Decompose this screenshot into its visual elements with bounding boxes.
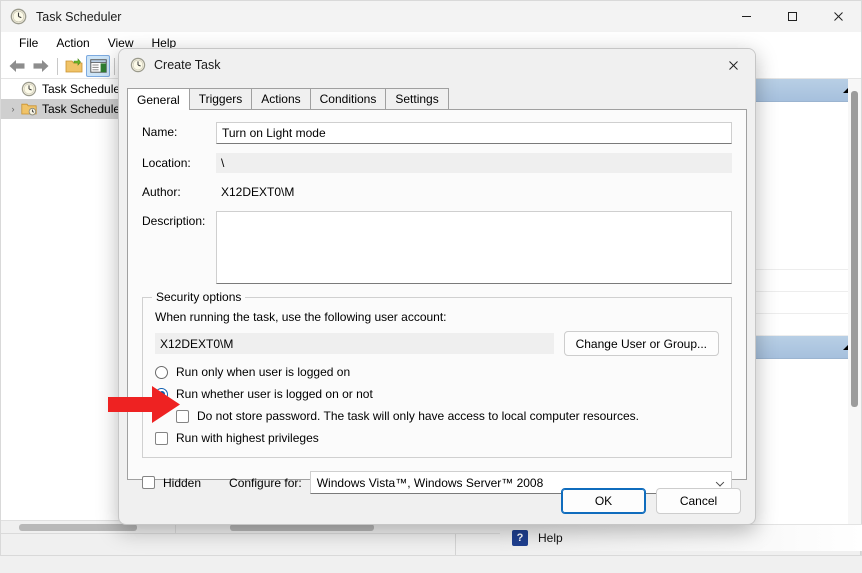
window-controls bbox=[723, 1, 861, 32]
dialog-footer: OK Cancel bbox=[561, 488, 741, 514]
location-label: Location: bbox=[142, 156, 191, 170]
help-label: Help bbox=[538, 531, 563, 545]
list-scroll-thumb[interactable] bbox=[230, 524, 374, 531]
author-value: X12DEXT0\M bbox=[221, 185, 295, 199]
hidden-label: Hidden bbox=[163, 475, 202, 490]
tree-scroll-thumb[interactable] bbox=[19, 524, 137, 531]
menu-action[interactable]: Action bbox=[47, 34, 98, 52]
run-with-highest-privileges-checkbox[interactable]: Run with highest privileges bbox=[155, 431, 719, 445]
help-question-icon: ? bbox=[512, 530, 528, 546]
action-item[interactable] bbox=[750, 248, 861, 270]
tab-general-label: General bbox=[137, 92, 180, 107]
actions-header-top[interactable] bbox=[750, 79, 861, 102]
tab-conditions-label: Conditions bbox=[319, 92, 377, 106]
change-user-or-group-button[interactable]: Change User or Group... bbox=[563, 331, 719, 356]
checkbox-icon[interactable] bbox=[155, 431, 168, 445]
tab-actions[interactable]: Actions bbox=[251, 88, 311, 109]
clock-icon bbox=[10, 8, 27, 25]
description-row: Description: bbox=[142, 211, 732, 284]
radio-run-whether-logged-on-or-not[interactable]: Run whether user is logged on or not bbox=[155, 387, 719, 401]
hidden-checkbox[interactable] bbox=[142, 476, 155, 489]
do-not-store-password-checkbox[interactable]: Do not store password. The task will onl… bbox=[176, 409, 719, 423]
account-prompt: When running the task, use the following… bbox=[155, 310, 447, 324]
do-not-store-password-label: Do not store password. The task will onl… bbox=[197, 409, 639, 423]
actions-pane bbox=[749, 79, 861, 533]
security-options-title: Security options bbox=[152, 290, 246, 304]
name-label: Name: bbox=[142, 125, 178, 139]
dialog-tabstrip: General Triggers Actions Conditions Sett… bbox=[127, 88, 747, 110]
tree-expander-library[interactable]: › bbox=[5, 104, 21, 114]
window-titlebar: Task Scheduler bbox=[1, 1, 861, 32]
location-row: Location: \ bbox=[142, 153, 732, 173]
description-input[interactable] bbox=[216, 211, 732, 284]
description-label: Description: bbox=[142, 214, 206, 228]
tab-settings-label: Settings bbox=[395, 92, 439, 106]
close-button[interactable] bbox=[815, 1, 861, 32]
tab-triggers[interactable]: Triggers bbox=[188, 88, 253, 109]
configure-for-value: Windows Vista™, Windows Server™ 2008 bbox=[316, 475, 544, 490]
action-item[interactable] bbox=[750, 292, 861, 314]
security-options-group: Security options When running the task, … bbox=[142, 290, 732, 458]
author-label: Author: bbox=[142, 185, 181, 199]
configure-for-label: Configure for: bbox=[229, 475, 302, 490]
new-folder-icon[interactable] bbox=[62, 55, 86, 77]
user-account-value: X12DEXT0\M bbox=[155, 333, 554, 354]
ok-button[interactable]: OK bbox=[561, 488, 646, 514]
task-folder-icon bbox=[21, 101, 37, 117]
clock-icon bbox=[130, 57, 146, 73]
maximize-button[interactable] bbox=[769, 1, 815, 32]
tab-general[interactable]: General bbox=[127, 88, 190, 110]
dialog-titlebar: Create Task bbox=[119, 49, 755, 81]
back-arrow-icon[interactable] bbox=[5, 55, 29, 77]
create-task-dialog: Create Task General Triggers Actions Con… bbox=[118, 48, 756, 525]
chevron-down-icon[interactable] bbox=[715, 477, 725, 487]
dialog-title: Create Task bbox=[154, 58, 221, 72]
actions-items-top bbox=[750, 102, 861, 248]
screenshot-root: Task Scheduler File Action View Help Tas… bbox=[0, 0, 862, 573]
account-row: X12DEXT0\M Change User or Group... bbox=[155, 331, 719, 356]
window-title: Task Scheduler bbox=[36, 9, 122, 24]
tab-conditions[interactable]: Conditions bbox=[309, 88, 387, 109]
toolbar-separator bbox=[57, 57, 58, 75]
forward-arrow-icon[interactable] bbox=[29, 55, 53, 77]
radio-run-whether-logged-on-or-not-label: Run whether user is logged on or not bbox=[176, 387, 373, 401]
actions-vertical-scrollbar[interactable] bbox=[848, 79, 861, 533]
menu-file[interactable]: File bbox=[10, 34, 47, 52]
tab-actions-label: Actions bbox=[261, 92, 301, 106]
action-item[interactable] bbox=[750, 314, 861, 336]
radio-button-icon[interactable] bbox=[155, 365, 168, 379]
toolbar-separator-2 bbox=[114, 57, 115, 75]
show-hide-pane-icon[interactable] bbox=[86, 55, 110, 77]
general-tab-panel: Name: Location: \ Author: X12DEXT0\M Des… bbox=[127, 110, 747, 494]
cancel-button[interactable]: Cancel bbox=[656, 488, 741, 514]
checkbox-icon[interactable] bbox=[176, 409, 189, 423]
name-input[interactable] bbox=[216, 122, 732, 144]
clock-icon bbox=[21, 81, 37, 97]
location-value: \ bbox=[216, 153, 732, 173]
help-strip[interactable]: ? Help bbox=[500, 524, 862, 551]
radio-run-only-when-logged-on-label: Run only when user is logged on bbox=[176, 365, 351, 379]
action-item[interactable] bbox=[750, 270, 861, 292]
radio-button-icon-selected[interactable] bbox=[155, 387, 168, 401]
dialog-close-button[interactable] bbox=[711, 49, 755, 81]
status-cell-1 bbox=[1, 534, 456, 555]
tree-item-library-label: Task Schedule bbox=[42, 102, 121, 116]
run-with-highest-privileges-label: Run with highest privileges bbox=[176, 431, 319, 445]
name-row: Name: bbox=[142, 122, 732, 144]
minimize-button[interactable] bbox=[723, 1, 769, 32]
tab-settings[interactable]: Settings bbox=[385, 88, 449, 109]
actions-header-bottom[interactable] bbox=[750, 336, 861, 359]
actions-scroll-thumb[interactable] bbox=[851, 91, 858, 407]
tab-triggers-label: Triggers bbox=[198, 92, 243, 106]
author-row: Author: X12DEXT0\M bbox=[142, 182, 732, 202]
radio-run-only-when-logged-on[interactable]: Run only when user is logged on bbox=[155, 365, 719, 379]
